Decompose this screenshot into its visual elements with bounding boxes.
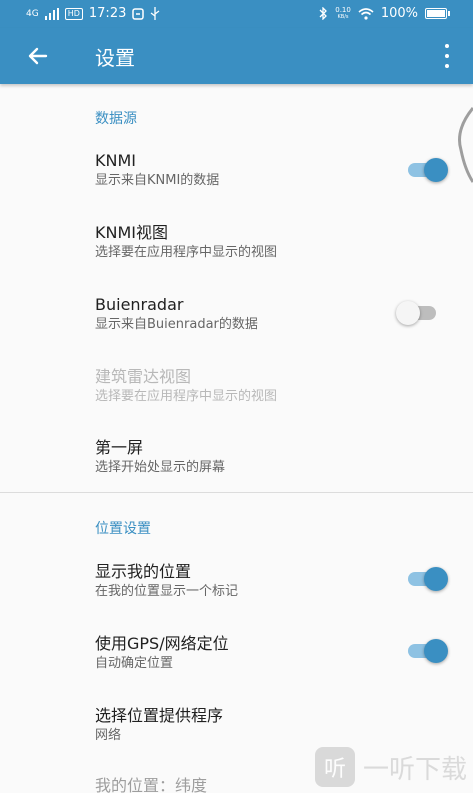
edge-curve-decoration — [458, 107, 473, 183]
pref-location-provider[interactable]: 选择位置提供程序 网络 — [95, 705, 455, 745]
pref-location-provider-title: 选择位置提供程序 — [95, 706, 224, 725]
battery-percent: 100% — [380, 6, 418, 21]
pref-show-location-title: 显示我的位置 — [95, 562, 192, 581]
section-header-data-source: 数据源 — [95, 111, 137, 127]
pref-knmi-summary: 显示来自KNMI的数据 — [95, 173, 220, 188]
section-divider — [0, 492, 473, 493]
pref-first-screen-title: 第一屏 — [95, 438, 144, 457]
pref-location-provider-summary: 网络 — [95, 728, 122, 743]
speed-unit: KB/s — [337, 13, 349, 20]
bluetooth-icon — [319, 7, 328, 20]
switch-knmi[interactable] — [408, 158, 448, 182]
wifi-icon — [358, 7, 374, 20]
watermark-text: 一听下载 — [362, 754, 467, 785]
pref-first-screen-summary: 选择开始处显示的屏幕 — [95, 460, 226, 475]
switch-use-gps[interactable] — [408, 639, 448, 663]
network-speed: 0.10 KB/s — [335, 5, 351, 21]
pref-show-location-summary: 在我的位置显示一个标记 — [95, 584, 239, 599]
pref-knmi-view-summary: 选择要在应用程序中显示的视图 — [95, 245, 278, 260]
pref-use-gps[interactable]: 使用GPS/网络定位 自动确定位置 — [95, 633, 455, 673]
speed-value: 0.10 — [335, 5, 351, 14]
hd-badge: HD — [64, 7, 83, 20]
pref-buienradar-view-summary: 选择要在应用程序中显示的视图 — [95, 389, 278, 404]
clock: 17:23 — [88, 6, 127, 21]
status-bar: 4G HD 17:23 0.10 KB/s 100% — [0, 0, 473, 28]
pref-knmi-view[interactable]: KNMI视图 选择要在应用程序中显示的视图 — [95, 222, 455, 262]
section-header-location: 位置设置 — [95, 521, 151, 537]
pref-knmi[interactable]: KNMI 显示来自KNMI的数据 — [95, 150, 455, 190]
pref-use-gps-summary: 自动确定位置 — [95, 656, 174, 671]
pref-first-screen[interactable]: 第一屏 选择开始处显示的屏幕 — [95, 437, 455, 477]
page-title: 设置 — [95, 46, 135, 70]
app-toolbar: 设置 — [0, 28, 473, 84]
pref-buienradar-view-title: 建筑雷达视图 — [95, 367, 192, 386]
overflow-menu-icon[interactable] — [443, 44, 451, 68]
battery-fill — [427, 10, 445, 17]
usb-icon — [150, 7, 160, 20]
pref-knmi-title: KNMI — [95, 151, 136, 170]
signal-icon — [44, 7, 59, 20]
watermark-logo: 听 — [314, 747, 355, 787]
notification-icon — [132, 7, 145, 20]
watermark: 听 一听下载 — [314, 747, 467, 787]
battery-icon — [425, 8, 450, 19]
pref-knmi-view-title: KNMI视图 — [95, 223, 168, 242]
pref-show-location[interactable]: 显示我的位置 在我的位置显示一个标记 — [95, 561, 455, 601]
switch-buienradar[interactable] — [396, 301, 436, 325]
pref-buienradar-view: 建筑雷达视图 选择要在应用程序中显示的视图 — [95, 366, 455, 406]
back-arrow-icon[interactable] — [24, 42, 52, 70]
pref-use-gps-title: 使用GPS/网络定位 — [95, 634, 229, 653]
switch-show-location[interactable] — [408, 567, 448, 591]
network-type: 4G — [26, 8, 39, 19]
